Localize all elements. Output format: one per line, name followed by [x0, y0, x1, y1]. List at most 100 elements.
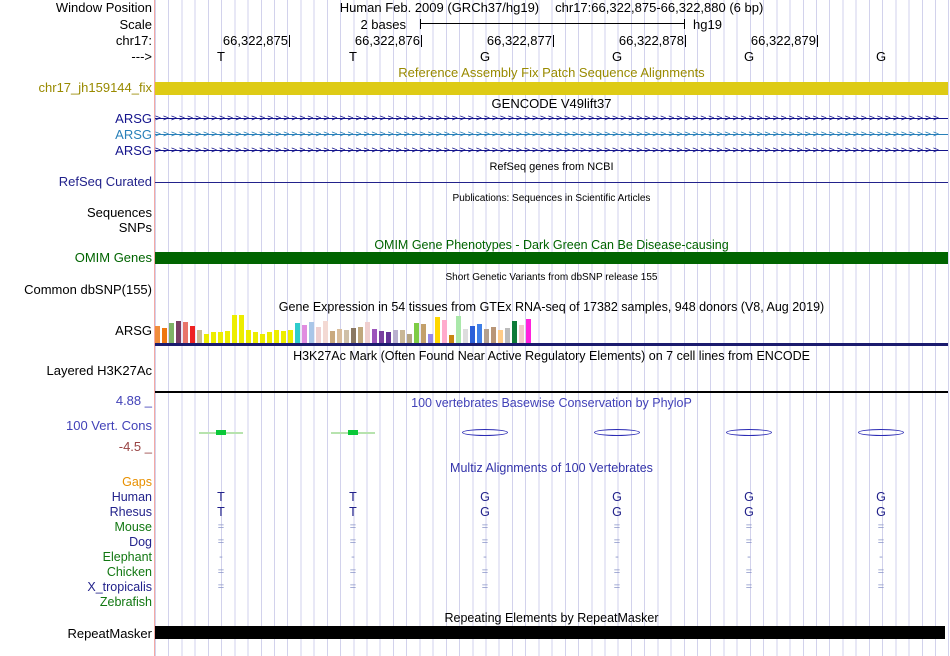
multiz-alignment-cell[interactable]: =: [602, 536, 632, 549]
gtex-expression-bar[interactable]: [162, 328, 167, 343]
gtex-expression-bar[interactable]: [295, 323, 300, 343]
gtex-expression-bar[interactable]: [190, 326, 195, 343]
gtex-expression-bar[interactable]: [232, 315, 237, 343]
phylop-negative-mark[interactable]: [462, 429, 508, 436]
multiz-species-label[interactable]: Zebrafish: [0, 596, 152, 609]
omim-genes-label[interactable]: OMIM Genes: [0, 251, 152, 264]
gencode-transcript-label[interactable]: ARSG: [0, 144, 152, 157]
gtex-expression-bar[interactable]: [246, 330, 251, 343]
multiz-alignment-cell[interactable]: =: [470, 566, 500, 579]
multiz-species-label[interactable]: Dog: [0, 536, 152, 549]
gtex-expression-bar[interactable]: [211, 332, 216, 343]
gtex-expression-bar[interactable]: [351, 328, 356, 343]
gtex-expression-bar[interactable]: [505, 328, 510, 343]
multiz-alignment-cell[interactable]: =: [602, 566, 632, 579]
multiz-alignment-cell[interactable]: =: [338, 521, 368, 534]
gtex-expression-bar[interactable]: [498, 330, 503, 343]
multiz-alignment-cell[interactable]: =: [206, 521, 236, 534]
sequences-label[interactable]: Sequences: [0, 206, 152, 219]
gtex-expression-bar[interactable]: [386, 332, 391, 343]
gtex-expression-bar[interactable]: [463, 329, 468, 343]
gtex-expression-bar[interactable]: [344, 330, 349, 343]
gtex-expression-bar[interactable]: [309, 322, 314, 343]
gtex-expression-bar[interactable]: [218, 332, 223, 343]
phylop-negative-mark[interactable]: [726, 429, 772, 436]
multiz-alignment-cell[interactable]: =: [206, 566, 236, 579]
multiz-alignment-cell[interactable]: -: [338, 551, 368, 564]
multiz-alignment-cell[interactable]: =: [206, 581, 236, 594]
gencode-transcript-arrows[interactable]: >>>>>>>>>>>>>>>>>>>>>>>>>>>>>>>>>>>>>>>>…: [155, 144, 948, 157]
gtex-expression-bar[interactable]: [288, 330, 293, 343]
gtex-expression-bar[interactable]: [281, 331, 286, 343]
phylop-negative-mark[interactable]: [858, 429, 904, 436]
gtex-expression-bar[interactable]: [358, 327, 363, 343]
gtex-expression-bar[interactable]: [393, 330, 398, 343]
multiz-alignment-cell[interactable]: G: [734, 491, 764, 504]
gtex-expression-bar[interactable]: [414, 323, 419, 343]
multiz-species-label[interactable]: Elephant: [0, 551, 152, 564]
gtex-expression-bar[interactable]: [491, 327, 496, 343]
gtex-expression-bar[interactable]: [274, 330, 279, 343]
gtex-expression-bar[interactable]: [330, 331, 335, 343]
gtex-expression-bar[interactable]: [470, 326, 475, 343]
gtex-expression-bar[interactable]: [407, 334, 412, 343]
repeatmasker-bar[interactable]: [155, 626, 945, 639]
multiz-species-label[interactable]: Rhesus: [0, 506, 152, 519]
multiz-alignment-cell[interactable]: =: [338, 581, 368, 594]
gtex-expression-bar[interactable]: [253, 332, 258, 343]
gtex-expression-bar[interactable]: [435, 317, 440, 343]
gtex-expression-bar[interactable]: [428, 334, 433, 343]
gtex-expression-bar[interactable]: [155, 326, 160, 343]
omim-genes-bar[interactable]: [155, 252, 948, 264]
multiz-alignment-cell[interactable]: =: [866, 521, 896, 534]
gtex-expression-bar[interactable]: [323, 321, 328, 343]
multiz-alignment-cell[interactable]: =: [866, 566, 896, 579]
gtex-expression-bar[interactable]: [372, 329, 377, 343]
refseq-curated-label[interactable]: RefSeq Curated: [0, 175, 152, 188]
multiz-alignment-cell[interactable]: =: [734, 521, 764, 534]
multiz-species-label[interactable]: Chicken: [0, 566, 152, 579]
phylop-positive-peak[interactable]: [216, 430, 226, 435]
gtex-expression-bar[interactable]: [442, 320, 447, 343]
gtex-expression-bar[interactable]: [421, 324, 426, 343]
multiz-alignment-cell[interactable]: =: [734, 581, 764, 594]
gtex-expression-bar[interactable]: [477, 324, 482, 343]
multiz-alignment-cell[interactable]: =: [206, 536, 236, 549]
multiz-alignment-cell[interactable]: G: [602, 506, 632, 519]
multiz-alignment-cell[interactable]: T: [338, 506, 368, 519]
multiz-alignment-cell[interactable]: =: [602, 521, 632, 534]
multiz-alignment-cell[interactable]: =: [470, 581, 500, 594]
multiz-alignment-cell[interactable]: =: [338, 566, 368, 579]
multiz-alignment-cell[interactable]: T: [338, 491, 368, 504]
gtex-expression-bar[interactable]: [484, 329, 489, 343]
gtex-expression-bar[interactable]: [176, 321, 181, 343]
snps-label[interactable]: SNPs: [0, 221, 152, 234]
multiz-alignment-cell[interactable]: =: [338, 536, 368, 549]
fix-patch-label[interactable]: chr17_jh159144_fix: [0, 81, 152, 94]
cons-track-label[interactable]: 100 Vert. Cons: [0, 419, 152, 432]
gtex-expression-bar[interactable]: [365, 322, 370, 343]
multiz-alignment-cell[interactable]: -: [734, 551, 764, 564]
gtex-expression-bar[interactable]: [169, 323, 174, 343]
gtex-expression-bar[interactable]: [267, 332, 272, 343]
gtex-expression-bar[interactable]: [204, 334, 209, 343]
repeatmasker-label[interactable]: RepeatMasker: [0, 627, 152, 640]
multiz-alignment-cell[interactable]: T: [206, 506, 236, 519]
multiz-alignment-cell[interactable]: =: [470, 536, 500, 549]
gtex-gene-label[interactable]: ARSG: [0, 324, 152, 337]
multiz-alignment-cell[interactable]: -: [866, 551, 896, 564]
gtex-expression-bar[interactable]: [183, 322, 188, 343]
multiz-alignment-cell[interactable]: G: [470, 506, 500, 519]
gtex-expression-bar[interactable]: [456, 316, 461, 343]
gtex-expression-bar[interactable]: [519, 325, 524, 343]
gtex-bars[interactable]: [155, 313, 535, 343]
gtex-expression-bar[interactable]: [526, 319, 531, 343]
phylop-negative-mark[interactable]: [594, 429, 640, 436]
gtex-expression-bar[interactable]: [239, 315, 244, 343]
multiz-alignment-cell[interactable]: =: [866, 581, 896, 594]
multiz-alignment-cell[interactable]: G: [734, 506, 764, 519]
multiz-alignment-cell[interactable]: T: [206, 491, 236, 504]
gencode-transcript-arrows[interactable]: >>>>>>>>>>>>>>>>>>>>>>>>>>>>>>>>>>>>>>>>…: [155, 112, 948, 125]
gtex-expression-bar[interactable]: [337, 329, 342, 343]
gencode-transcript-arrows[interactable]: >>>>>>>>>>>>>>>>>>>>>>>>>>>>>>>>>>>>>>>>…: [155, 128, 948, 141]
